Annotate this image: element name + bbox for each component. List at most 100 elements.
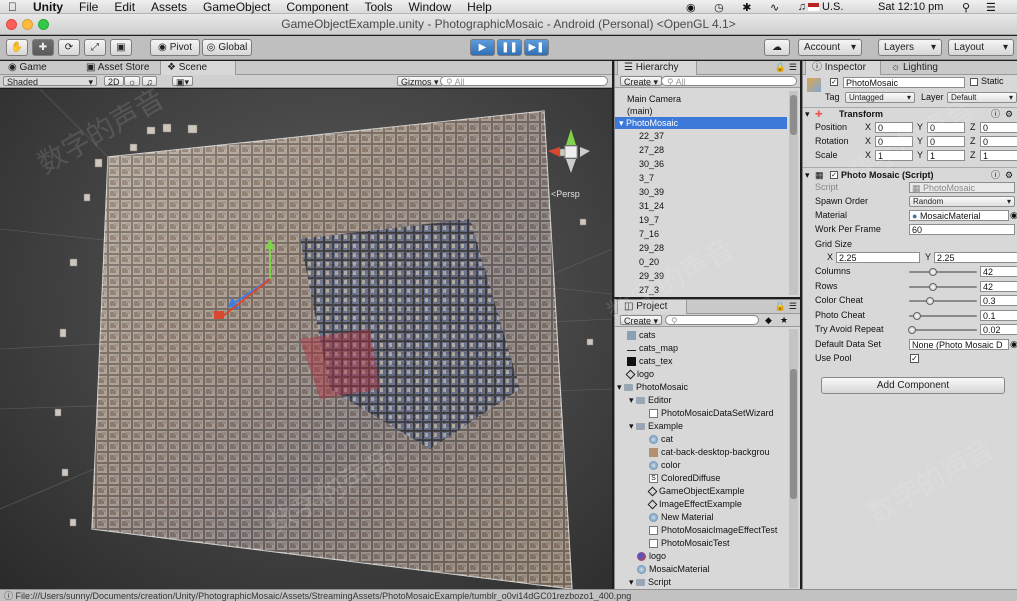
project-item[interactable]: PhotoMosaicTest [649,537,730,549]
close-window-button[interactable] [6,19,17,30]
project-item[interactable]: S ColoredDiffuse [649,472,720,484]
gear-icon[interactable]: ⚙ [1005,170,1013,181]
project-item[interactable]: color [649,459,681,471]
project-item[interactable]: New Material [649,511,714,523]
active-checkbox[interactable]: ✓ [830,78,838,86]
hierarchy-item[interactable]: Main Camera [627,93,681,105]
rotation-y-field[interactable]: 0 [927,136,965,147]
layout-dropdown[interactable]: Layout ▾ [948,39,1014,56]
pivot-toggle[interactable]: ◉ Pivot [150,39,200,56]
project-create-dropdown[interactable]: Create ▾ [620,315,663,326]
sync-icon[interactable]: ◉ [686,1,696,14]
project-item[interactable]: cats_map [627,342,678,354]
grid-x-field[interactable]: 2.25 [836,252,920,263]
slider-thumb[interactable] [929,268,938,276]
orientation-gizmo[interactable] [548,129,590,173]
hierarchy-item[interactable]: 27_28 [639,144,664,156]
project-item[interactable]: cat [649,433,673,445]
hierarchy-item[interactable]: 31_24 [639,200,664,212]
add-component-button[interactable]: Add Component [821,377,1005,394]
script-component-header[interactable]: ▾ ▦ ✓ Photo Mosaic (Script) ⓘ ⚙ [803,167,1017,180]
layer-dropdown[interactable]: Default ▾ [947,92,1017,103]
hierarchy-scrollbar[interactable] [789,91,798,295]
account-dropdown[interactable]: Account ▾ [798,39,862,56]
hierarchy-item-selected[interactable]: ▾ PhotoMosaic [615,117,787,129]
slider-thumb[interactable] [913,311,922,320]
project-item[interactable]: PhotoMosaicDataSetWizard [649,407,774,419]
scale-x-field[interactable]: 1 [875,150,913,161]
gizmos-dropdown[interactable]: Gizmos ▾ [397,76,443,87]
menu-file[interactable]: File [71,0,106,14]
hierarchy-item[interactable]: 0_20 [639,256,659,268]
hierarchy-item[interactable]: 7_16 [639,228,659,240]
tab-asset-store[interactable]: ▣ Asset Store [80,61,155,75]
hierarchy-item[interactable]: 27_3 [639,284,659,296]
apple-icon[interactable]:  [0,0,25,14]
tab-project[interactable]: ◫ Project [617,300,687,314]
pause-button[interactable]: ❚❚ [497,39,522,56]
hand-tool-button[interactable]: ✋ [6,39,28,56]
project-item[interactable]: logo [637,550,666,562]
notification-icon[interactable]: ☰ [986,0,996,14]
project-item[interactable]: ▾ PhotoMosaic [617,381,688,393]
project-item[interactable]: MosaicMaterial [637,563,710,575]
hierarchy-item[interactable]: 29_39 [639,270,664,282]
clock-icon[interactable]: ◷ [714,1,724,14]
project-item[interactable]: ▾ Script [629,576,671,588]
slider-value-field[interactable]: 0.02 [980,324,1017,335]
bluetooth-icon[interactable]: ✱ [742,1,751,14]
help-icon[interactable]: ⓘ [991,170,1000,181]
panel-menu-icon[interactable]: ☰ [789,62,797,73]
project-item[interactable]: cats_tex [627,355,673,367]
menu-window[interactable]: Window [400,0,459,14]
tag-dropdown[interactable]: Untagged ▾ [845,92,915,103]
position-x-field[interactable]: 0 [875,122,913,133]
menu-edit[interactable]: Edit [106,0,143,14]
hierarchy-item[interactable]: 22_37 [639,130,664,142]
project-item[interactable]: cats [627,329,656,341]
gear-icon[interactable]: ⚙ [1005,109,1013,120]
hierarchy-item[interactable]: 29_28 [639,242,664,254]
volume-icon[interactable]: ♫ [798,1,806,13]
effects-dropdown[interactable]: ▣▾ [172,76,194,87]
menu-component[interactable]: Component [278,0,356,14]
material-field[interactable]: ● MosaicMaterial [909,210,1009,221]
rect-tool-button[interactable]: ▣ [110,39,132,56]
tab-inspector[interactable]: ⓘ Inspector [805,61,881,75]
app-menu[interactable]: Unity [25,0,71,14]
menu-gameobject[interactable]: GameObject [195,0,278,14]
menu-clock[interactable]: Sat 12:10 pm [878,0,943,14]
filter-label-icon[interactable]: ★ [780,315,788,326]
tab-hierarchy[interactable]: ☰ Hierarchy [617,61,697,75]
object-name-field[interactable]: PhotoMosaic [843,77,965,88]
project-scroll-thumb[interactable] [790,369,797,499]
work-per-frame-field[interactable]: 60 [909,224,1015,235]
project-item[interactable]: PhotoMosaicImageEffectTest [649,524,777,536]
lock-icon[interactable]: 🔒 [775,301,786,312]
wifi-icon[interactable]: ∿ [770,1,779,14]
slider-track[interactable] [909,297,977,305]
slider-value-field[interactable]: 42 [980,280,1017,292]
slider-value-field[interactable]: 42 [980,266,1017,277]
hierarchy-search-input[interactable]: ⚲ All [661,76,797,87]
project-item[interactable]: logo [625,368,654,380]
filter-type-icon[interactable]: ◆ [765,315,772,326]
hierarchy-item[interactable]: 30_39 [639,186,664,198]
spawn-order-dropdown[interactable]: Random ▾ [909,196,1015,207]
zoom-window-button[interactable] [38,19,49,30]
hierarchy-scroll-thumb[interactable] [790,95,797,135]
project-item[interactable]: ImageEffectExample [647,498,742,510]
hierarchy-item[interactable]: 19_7 [639,214,659,226]
play-button[interactable]: ▶ [470,39,495,56]
project-item[interactable]: ▾ Example [629,420,683,432]
help-icon[interactable]: ⓘ [991,109,1000,120]
menu-help[interactable]: Help [459,0,500,14]
scene-search-input[interactable]: ⚲ All [440,76,608,87]
static-checkbox[interactable] [970,78,978,86]
hierarchy-item[interactable]: (main) [627,105,653,117]
slider-value-field[interactable]: 0.1 [980,309,1017,321]
rotation-x-field[interactable]: 0 [875,136,913,147]
global-toggle[interactable]: ◎ Global [202,39,252,56]
project-item[interactable]: GameObjectExample [647,485,745,497]
minimize-window-button[interactable] [22,19,33,30]
